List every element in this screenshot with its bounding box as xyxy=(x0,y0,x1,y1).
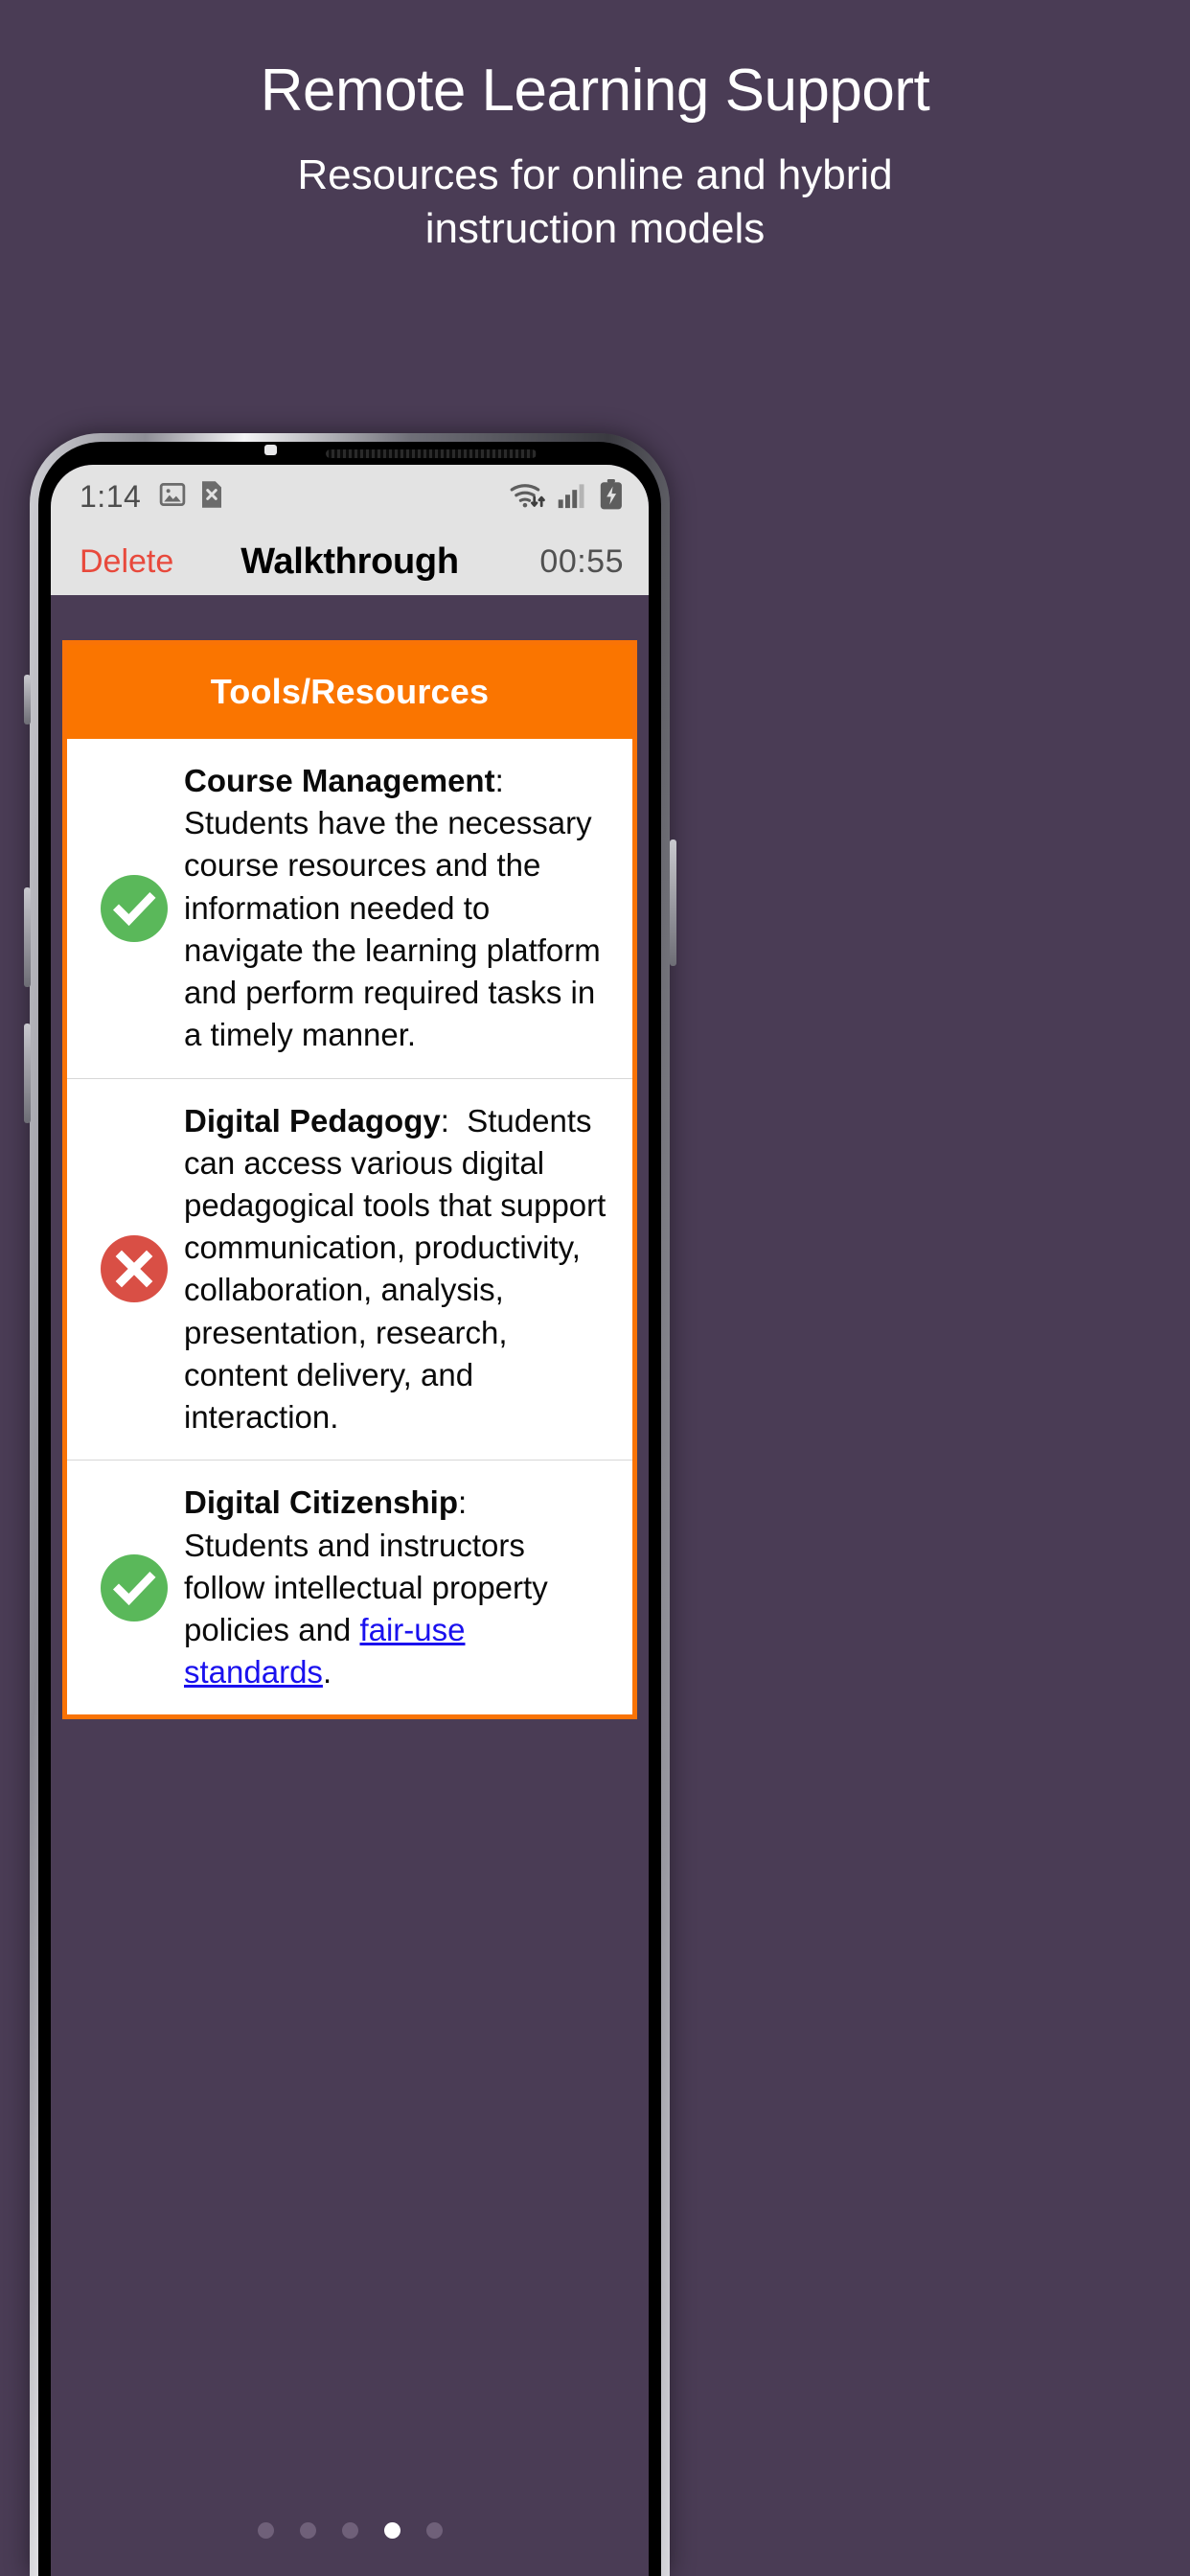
x-circle-icon[interactable] xyxy=(101,1235,168,1303)
page-title: Remote Learning Support xyxy=(260,58,930,124)
phone-frame: 1:14 Delete Walkthrough 00:55 Tools/Reso… xyxy=(30,433,670,2576)
status-icon-cell[interactable] xyxy=(84,1553,184,1622)
row-term: Digital Pedagogy xyxy=(184,1102,441,1138)
row-text: Digital Pedagogy: Students can access va… xyxy=(184,1100,607,1439)
checklist-card: Tools/Resources Course Management: Stude… xyxy=(62,640,637,1720)
pager-dot[interactable] xyxy=(425,2521,443,2539)
earpiece-speaker-icon xyxy=(326,449,537,458)
front-camera-icon xyxy=(264,445,277,455)
pager-dot-active[interactable] xyxy=(383,2521,400,2539)
status-icon-cell[interactable] xyxy=(84,1235,184,1303)
image-icon xyxy=(158,480,187,514)
promo-header: Remote Learning Support Resources for on… xyxy=(0,0,1190,450)
phone-bezel: 1:14 Delete Walkthrough 00:55 Tools/Reso… xyxy=(38,442,661,2576)
row-body: Students can access various digital peda… xyxy=(184,1102,606,1436)
pager-dot[interactable] xyxy=(341,2521,358,2539)
table-row[interactable]: Digital Pedagogy: Students can access va… xyxy=(67,1079,632,1461)
table-row[interactable]: Digital Citizenship: Students and instru… xyxy=(67,1460,632,1714)
session-timer: 00:55 xyxy=(539,542,624,580)
file-x-icon xyxy=(198,480,225,514)
row-separator: : xyxy=(440,1102,449,1138)
row-tail: . xyxy=(322,1654,332,1690)
table-row[interactable]: Course Management: Students have the nec… xyxy=(67,739,632,1079)
row-text: Course Management: Students have the nec… xyxy=(184,760,607,1057)
status-bar-clock: 1:14 xyxy=(80,478,142,514)
status-bar: 1:14 xyxy=(51,465,649,528)
row-body: Students have the necessary course resou… xyxy=(184,805,601,1053)
page-subtitle: Resources for online and hybrid instruct… xyxy=(297,151,893,253)
pager-dot[interactable] xyxy=(257,2521,274,2539)
phone-power-button[interactable] xyxy=(670,840,676,966)
row-term: Digital Citizenship xyxy=(184,1484,459,1521)
card-header-title: Tools/Resources xyxy=(67,645,632,739)
pager-dots[interactable] xyxy=(51,2484,649,2576)
battery-charging-icon xyxy=(599,478,624,515)
check-circle-icon[interactable] xyxy=(101,874,168,942)
row-term: Course Management xyxy=(184,763,495,798)
pager-dot[interactable] xyxy=(299,2521,316,2539)
row-separator: : xyxy=(458,1484,468,1521)
phone-mockup: 1:14 Delete Walkthrough 00:55 Tools/Reso… xyxy=(24,433,1160,2576)
app-nav-bar: Delete Walkthrough 00:55 xyxy=(51,528,649,595)
check-circle-icon[interactable] xyxy=(101,1553,168,1622)
content-area: Tools/Resources Course Management: Stude… xyxy=(51,595,649,2576)
phone-volume-up-button[interactable] xyxy=(24,887,31,987)
phone-volume-down-button[interactable] xyxy=(24,1024,31,1123)
cell-signal-icon xyxy=(558,481,588,515)
row-separator: : xyxy=(494,763,504,798)
phone-screen: 1:14 Delete Walkthrough 00:55 Tools/Reso… xyxy=(51,465,649,2576)
wifi-icon xyxy=(509,479,547,515)
row-text: Digital Citizenship: Students and instru… xyxy=(184,1482,607,1693)
status-icon-cell[interactable] xyxy=(84,874,184,942)
phone-side-button[interactable] xyxy=(24,675,31,724)
